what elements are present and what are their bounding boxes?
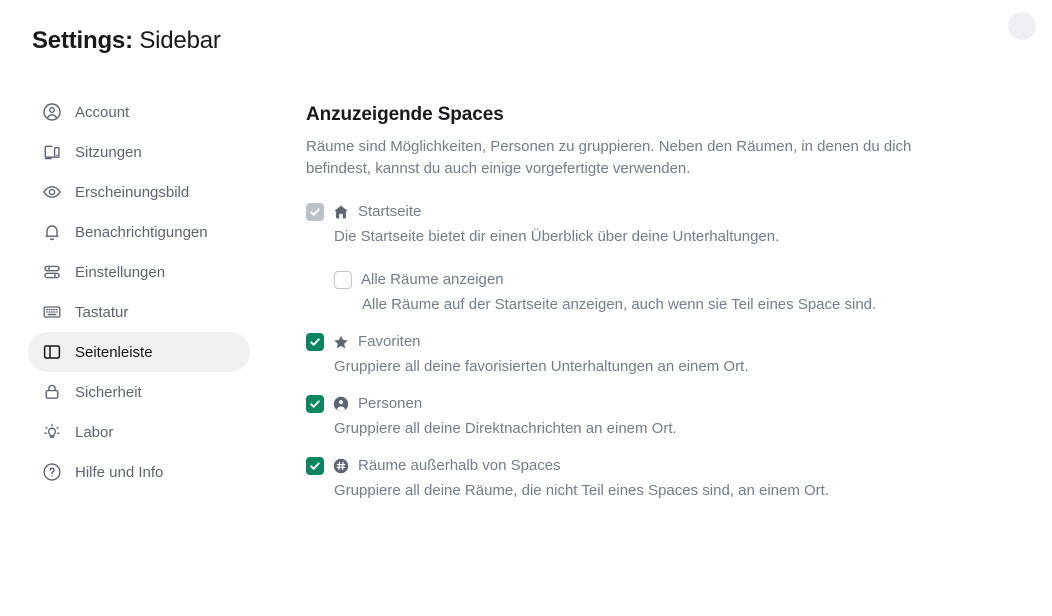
checkbox-favoriten[interactable]: [306, 333, 324, 351]
option-favoriten: Favoriten Gruppiere all deine favorisiert…: [306, 332, 966, 378]
eye-icon: [42, 182, 62, 202]
page-title: Settings: Sidebar: [32, 24, 221, 58]
bell-icon: [42, 222, 62, 242]
option-title: Favoriten: [358, 333, 421, 350]
option-header: Startseite: [306, 202, 966, 222]
option-alle-raume-anzeigen: Alle Räume anzeigen Alle Räume auf der St…: [334, 270, 966, 316]
option-header: Personen: [306, 394, 966, 414]
sidebar-item-label: Einstellungen: [75, 263, 166, 281]
sidebar-item-label: Labor: [75, 423, 114, 441]
option-title: Startseite: [358, 203, 422, 220]
section-title: Anzuzeigende Spaces: [306, 104, 504, 125]
option-description: Alle Räume auf der Startseite anzeigen, …: [362, 296, 877, 313]
option-title: Alle Räume anzeigen: [361, 271, 504, 288]
keyboard-icon: [42, 302, 62, 322]
option-description: Gruppiere all deine Räume, die nicht Tei…: [334, 482, 829, 499]
sidebar-item-seitenleiste[interactable]: Seitenleiste: [28, 332, 250, 372]
settings-main-panel: Anzuzeigende Spaces Räume sind Möglichke…: [306, 104, 966, 518]
sidebar-item-tastatur[interactable]: Tastatur: [28, 292, 250, 332]
sidebar-item-label: Benachrichtigungen: [75, 223, 208, 241]
checkbox-startseite: [306, 203, 324, 221]
sidebar-item-labor[interactable]: Labor: [28, 412, 250, 452]
home-icon: [333, 204, 349, 220]
lightbulb-icon: [42, 422, 62, 442]
checkbox-personen[interactable]: [306, 395, 324, 413]
question-circle-icon: [42, 462, 62, 482]
sidebar-item-account[interactable]: Account: [28, 92, 250, 132]
settings-dialog: Settings: Sidebar Account Sitzungen Ersche…: [0, 0, 1052, 616]
page-title-light: Sidebar: [139, 27, 221, 54]
user-circle-icon: [42, 102, 62, 122]
option-title: Räume außerhalb von Spaces: [358, 457, 561, 474]
sidebar-item-sicherheit[interactable]: Sicherheit: [28, 372, 250, 412]
option-personen: Personen Gruppiere all deine Direktnachri…: [306, 394, 966, 440]
option-description: Gruppiere all deine favorisierten Unterh…: [334, 358, 749, 375]
option-header: Alle Räume anzeigen: [334, 270, 966, 290]
option-raume-ausserhalb-von-spaces: Räume außerhalb von Spaces Gruppiere all …: [306, 456, 966, 502]
sidebar-item-label: Hilfe und Info: [75, 463, 164, 481]
star-icon: [333, 334, 349, 350]
option-header: Räume außerhalb von Spaces: [306, 456, 966, 476]
sidebar-item-label: Seitenleiste: [75, 343, 153, 361]
sidebar-item-label: Erscheinungsbild: [75, 183, 190, 201]
checkbox-alle-raume-anzeigen[interactable]: [334, 271, 352, 289]
close-button[interactable]: [1008, 12, 1036, 40]
sidebar-item-label: Sitzungen: [75, 143, 142, 161]
spaces-option-list: Startseite Die Startseite bietet dir eine…: [306, 202, 966, 502]
sidebar-item-label: Account: [75, 103, 130, 121]
sidebar-icon: [42, 342, 62, 362]
option-header: Favoriten: [306, 332, 966, 352]
settings-sidebar: Account Sitzungen Erscheinungsbild Benachri…: [28, 92, 250, 492]
sidebar-item-erscheinungsbild[interactable]: Erscheinungsbild: [28, 172, 250, 212]
option-description: Gruppiere all deine Direktnachrichten an…: [334, 420, 677, 437]
person-filled-icon: [333, 396, 349, 412]
page-title-strong: Settings:: [32, 27, 133, 54]
sidebar-item-benachrichtigungen[interactable]: Benachrichtigungen: [28, 212, 250, 252]
option-title: Personen: [358, 395, 423, 412]
sidebar-item-label: Sicherheit: [75, 383, 142, 401]
devices-icon: [42, 142, 62, 162]
sidebar-item-hilfe-und-info[interactable]: Hilfe und Info: [28, 452, 250, 492]
sidebar-item-einstellungen[interactable]: Einstellungen: [28, 252, 250, 292]
sidebar-item-sitzungen[interactable]: Sitzungen: [28, 132, 250, 172]
sidebar-item-label: Tastatur: [75, 303, 129, 321]
checkbox-raume-ausserhalb-von-spaces[interactable]: [306, 457, 324, 475]
option-description: Die Startseite bietet dir einen Überblic…: [334, 228, 780, 245]
lock-icon: [42, 382, 62, 402]
hash-filled-icon: [333, 458, 349, 474]
sliders-icon: [42, 262, 62, 282]
option-startseite: Startseite Die Startseite bietet dir eine…: [306, 202, 966, 248]
section-description: Räume sind Möglichkeiten, Personen zu gr…: [306, 138, 912, 177]
